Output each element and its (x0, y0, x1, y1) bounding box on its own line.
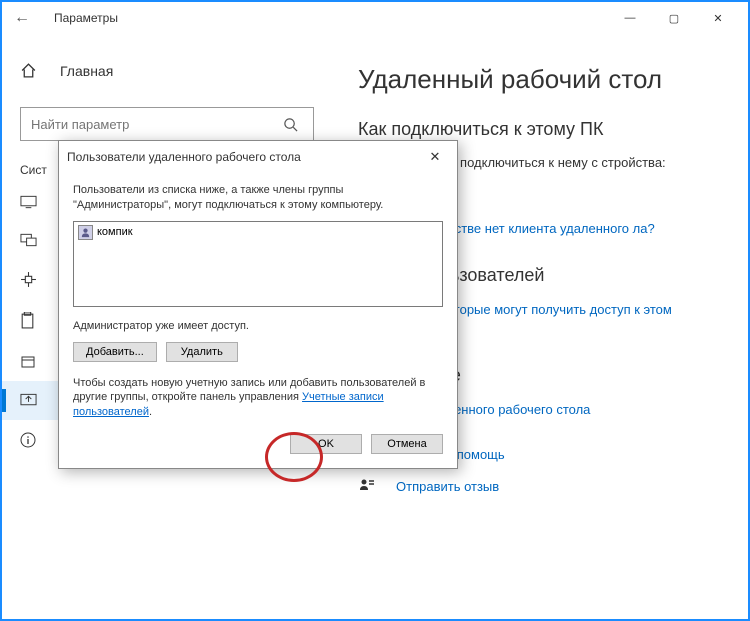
dialog-footer: OK Отмена (59, 434, 457, 468)
titlebar: ← Параметры — ▢ ✕ (2, 2, 748, 34)
search-input[interactable] (21, 111, 283, 138)
minimize-button[interactable]: — (608, 3, 652, 33)
remote-users-dialog: Пользователи удаленного рабочего стола ✕… (58, 140, 458, 469)
cancel-button[interactable]: Отмена (371, 434, 443, 454)
sidebar-home[interactable]: Главная (2, 52, 332, 89)
user-icon (78, 225, 93, 240)
sidebar-home-label: Главная (60, 63, 113, 79)
dialog-button-row: Добавить... Удалить (73, 342, 443, 362)
maximize-button[interactable]: ▢ (652, 3, 696, 33)
admin-note: Администратор уже имеет доступ. (73, 319, 443, 334)
shared-icon (20, 271, 40, 288)
display-icon (20, 195, 40, 209)
user-list-item[interactable]: компик (76, 224, 440, 241)
users-listbox[interactable]: компик (73, 221, 443, 307)
create-account-text: Чтобы создать новую учетную запись или д… (73, 376, 443, 421)
feedback-icon (358, 477, 382, 495)
dialog-body: Пользователи из списка ниже, а также чле… (59, 173, 457, 434)
dialog-title-text: Пользователи удаленного рабочего стола (67, 150, 301, 164)
add-button[interactable]: Добавить... (73, 342, 157, 362)
dialog-description: Пользователи из списка ниже, а также чле… (73, 183, 443, 213)
info-icon (20, 432, 40, 448)
search-icon (283, 117, 313, 132)
remove-button[interactable]: Удалить (166, 342, 238, 362)
user-name: компик (97, 226, 133, 238)
dialog-close-button[interactable]: ✕ (421, 147, 449, 167)
window-title: Параметры (54, 11, 118, 25)
dialog-titlebar: Пользователи удаленного рабочего стола ✕ (59, 141, 457, 173)
back-button[interactable]: ← (10, 9, 34, 27)
remote-desktop-icon (20, 393, 40, 408)
section-heading-connect: Как подключиться к этому ПК (358, 119, 720, 140)
home-icon (20, 62, 40, 79)
page-title: Удаленный рабочий стол (358, 64, 720, 95)
window-controls: — ▢ ✕ (608, 3, 740, 33)
feedback-link: Отправить отзыв (396, 479, 499, 494)
ok-button[interactable]: OK (290, 434, 362, 454)
projecting-icon (20, 233, 40, 247)
feedback-row[interactable]: Отправить отзыв (358, 477, 720, 495)
clipboard-icon (20, 312, 40, 329)
search-box[interactable] (20, 107, 314, 141)
box-icon (20, 353, 40, 369)
close-button[interactable]: ✕ (696, 3, 740, 33)
